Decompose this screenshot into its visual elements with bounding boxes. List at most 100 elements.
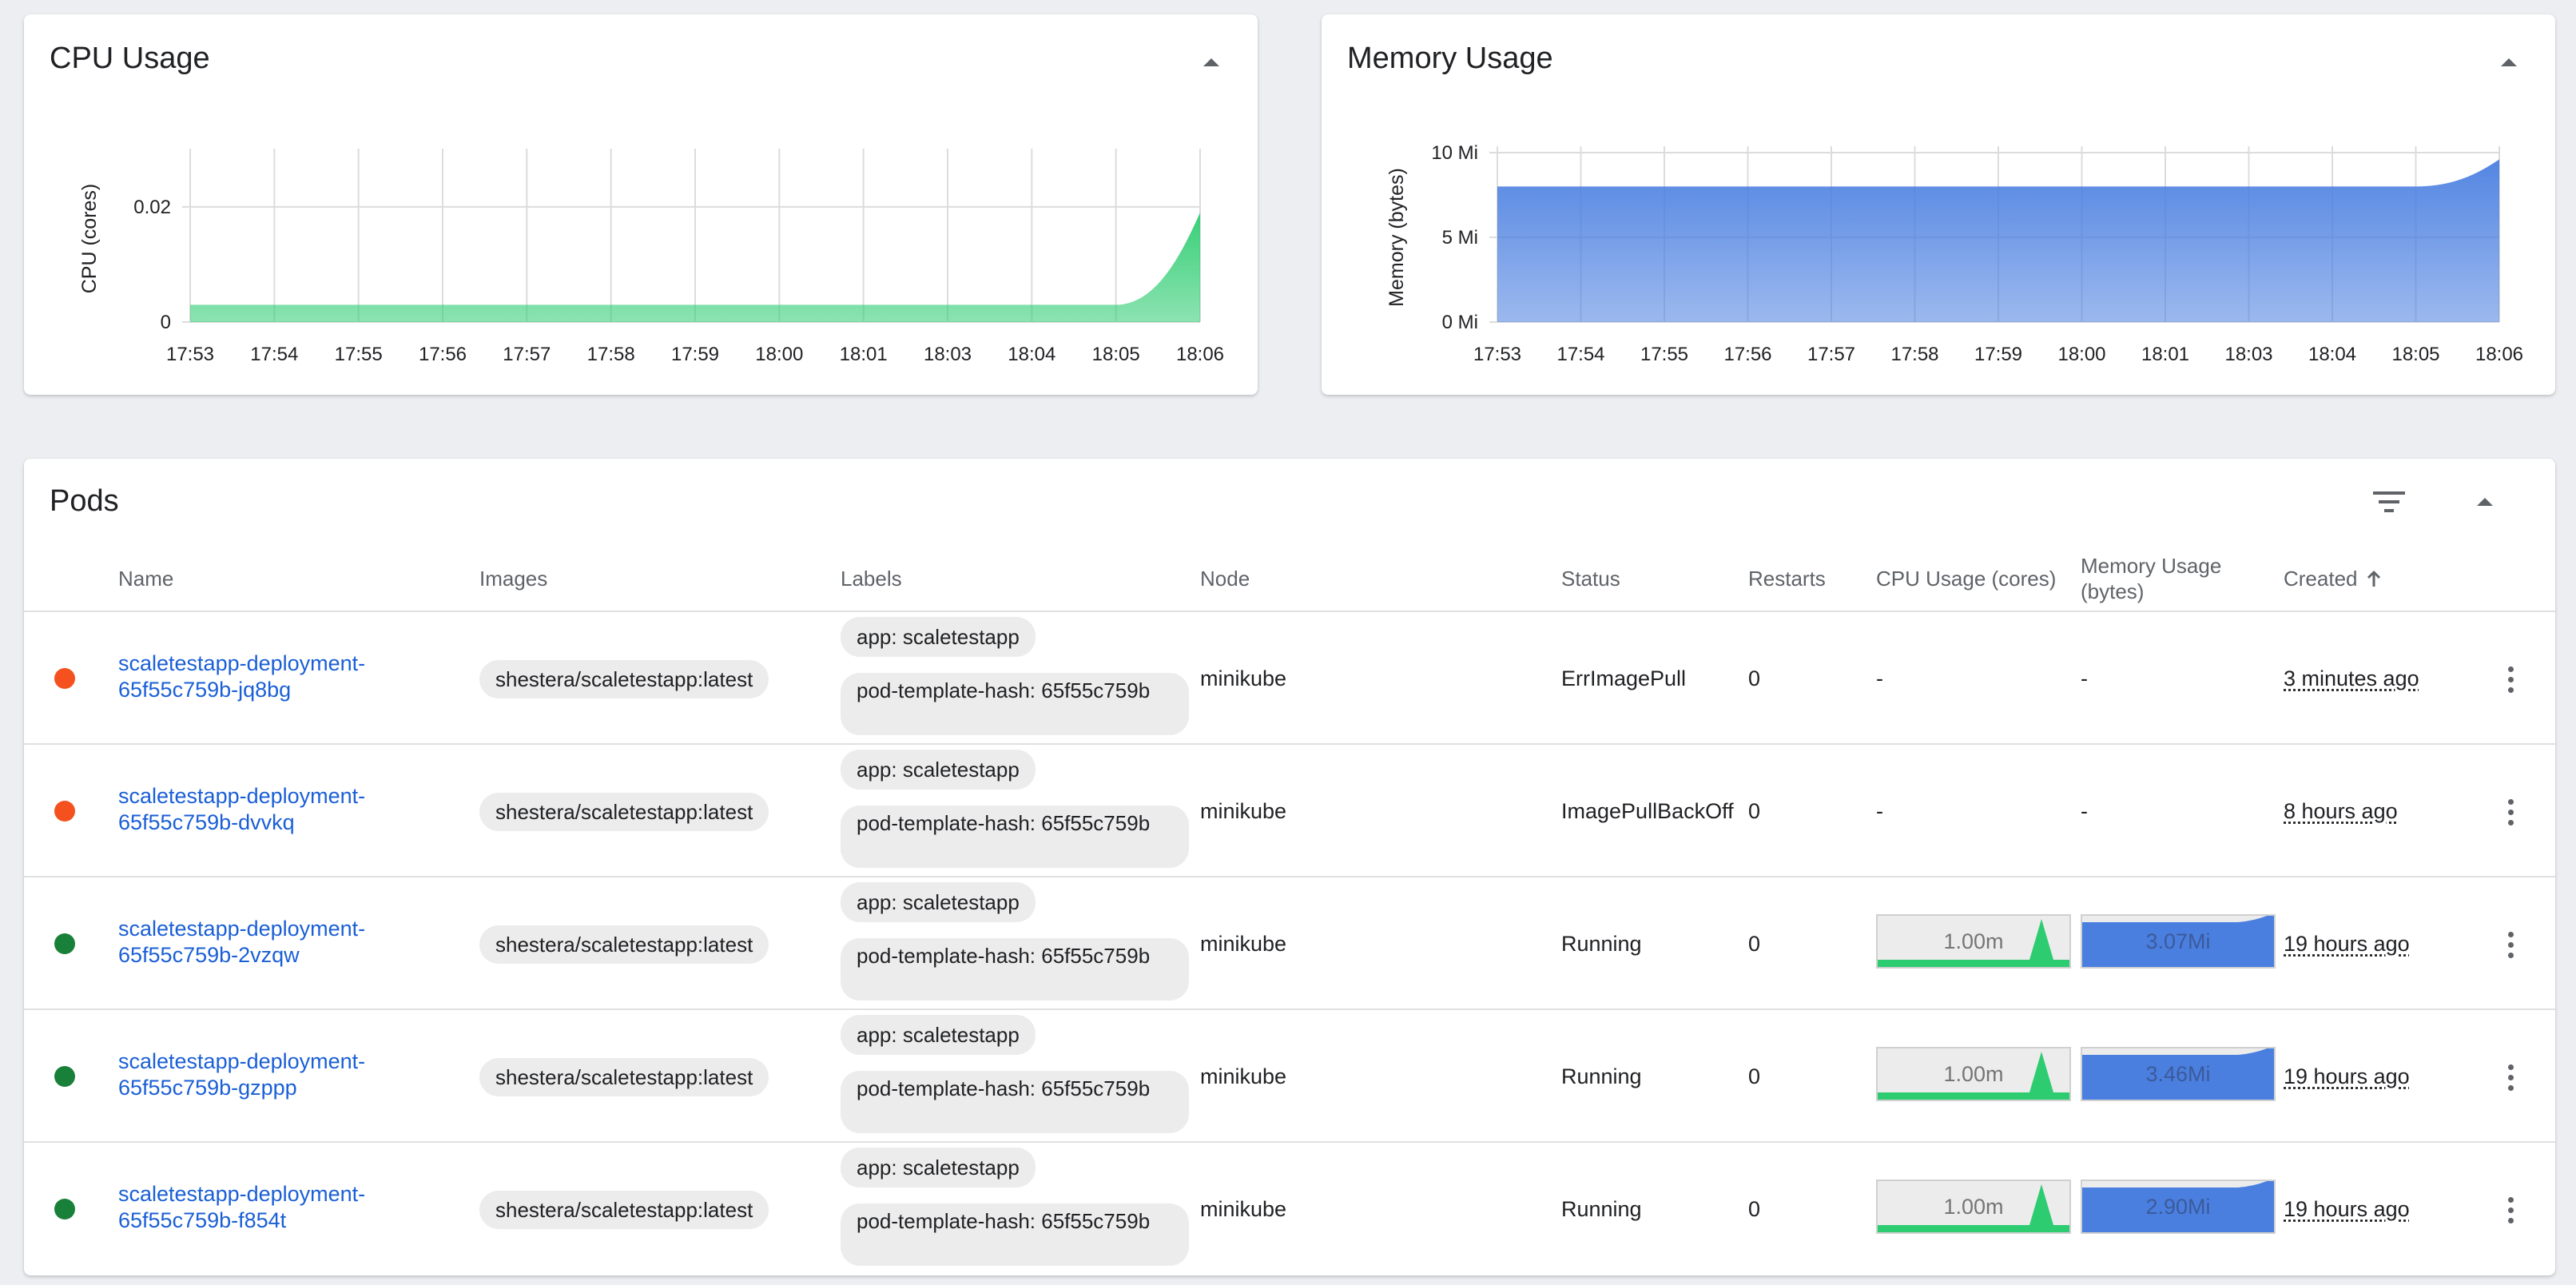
status-ok-icon (54, 933, 75, 954)
restarts-cell: 0 (1748, 799, 1761, 823)
more-vert-icon[interactable] (2491, 790, 2530, 834)
memory-cell: - (2081, 799, 2088, 823)
caret-up-icon (2477, 498, 2493, 506)
pod-name-link[interactable]: scaletestapp-deployment- 65f55c759b-f854… (118, 1181, 454, 1234)
cpu-x-tick-label: 18:04 (1008, 344, 1055, 365)
cpu-x-tick-label: 18:01 (840, 344, 888, 365)
more-vert-icon[interactable] (2491, 1055, 2530, 1100)
cpu-usage-chart: 17:53 17:54 17:55 17:56 17:57 17:58 17:59 18:00… (78, 149, 1224, 365)
label-chip-app: app: scaletestapp (841, 882, 1036, 922)
column-header-restarts[interactable]: Restarts (1748, 566, 1826, 591)
more-vert-icon[interactable] (2491, 1188, 2530, 1232)
image-chip: shestera/scaletestapp:latest (479, 925, 769, 964)
cpu-x-tick-label: 17:54 (250, 344, 298, 365)
table-row[interactable]: scaletestapp-deployment- 65f55c759b-2vzq… (24, 876, 2555, 1009)
table-row[interactable]: scaletestapp-deployment- 65f55c759b-gzpp… (24, 1009, 2555, 1141)
cpu-cell: - (1876, 666, 1883, 690)
status-cell: Running (1561, 932, 1642, 956)
column-header-labels: Labels (841, 567, 902, 591)
column-header-status[interactable]: Status (1561, 566, 1620, 591)
table-row[interactable]: scaletestapp-deployment- 65f55c759b-dvvk… (24, 743, 2555, 876)
table-row[interactable]: scaletestapp-deployment- 65f55c759b-f854… (24, 1141, 2555, 1274)
cpu-x-tick-label: 17:58 (587, 344, 635, 365)
restarts-cell: 0 (1748, 666, 1761, 690)
cpu-x-tick-label: 17:59 (671, 344, 719, 365)
label-chip-hash: pod-template-hash: 65f55c759b (841, 1071, 1189, 1133)
created-cell[interactable]: 19 hours ago (2284, 932, 2410, 957)
cpu-x-tick-label: 17:53 (166, 344, 214, 365)
status-cell: ErrImagePull (1561, 666, 1687, 690)
status-cell: Running (1561, 1064, 1642, 1088)
column-header-memory-line2: (bytes) (2081, 579, 2145, 603)
cpu-y-axis-label: CPU (cores) (78, 184, 101, 294)
column-header-created[interactable]: Created (2284, 566, 2382, 591)
cpu-x-tick-label: 17:56 (419, 344, 467, 365)
label-chip-hash: pod-template-hash: 65f55c759b (841, 938, 1189, 1001)
label-chip-hash: pod-template-hash: 65f55c759b (841, 673, 1189, 735)
image-chip: shestera/scaletestapp:latest (479, 660, 769, 698)
image-chip: shestera/scaletestapp:latest (479, 793, 769, 831)
pods-filter-button[interactable] (2370, 483, 2408, 521)
status-ok-icon (54, 1066, 75, 1087)
memory-y-tick-label: 0 Mi (1442, 312, 1478, 333)
more-vert-icon[interactable] (2491, 922, 2530, 967)
pods-card: Pods Name Images Labels Node Status Rest… (24, 459, 2555, 1275)
cpu-sparkline: 1.00m (1876, 1180, 2071, 1234)
memory-x-tick-label: 18:05 (2391, 344, 2439, 365)
pod-name-line2: 65f55c759b-jq8bg (118, 678, 292, 702)
label-chip-hash: pod-template-hash: 65f55c759b (841, 806, 1189, 868)
cpu-sparkline: 1.00m (1876, 1047, 2071, 1101)
cpu-sparkline: 1.00m (1876, 914, 2071, 969)
cpu-sparkline-value: 1.00m (1943, 929, 2004, 953)
image-chip: shestera/scaletestapp:latest (479, 1058, 769, 1096)
restarts-cell: 0 (1748, 1064, 1761, 1088)
status-cell: ImagePullBackOff (1561, 799, 1734, 823)
filter-icon (2373, 491, 2405, 512)
created-cell[interactable]: 19 hours ago (2284, 1064, 2410, 1089)
memory-sparkline-value: 2.90Mi (2145, 1194, 2211, 1219)
memory-x-tick-label: 17:57 (1807, 344, 1855, 365)
column-header-name[interactable]: Name (118, 566, 173, 591)
memory-usage-card: Memory Usage 17:53 17:54 17:55 17:56 17:57 17… (1322, 14, 2555, 395)
arrow-up-icon (2367, 571, 2380, 587)
label-chip-app: app: scaletestapp (841, 750, 1036, 790)
created-cell[interactable]: 19 hours ago (2284, 1197, 2410, 1222)
pod-name-line1: scaletestapp-deployment- (118, 1182, 366, 1206)
column-header-cpu: CPU Usage (cores) (1876, 567, 2057, 591)
memory-x-tick-label: 17:54 (1556, 344, 1604, 365)
column-header-memory: Memory Usage (bytes) (2081, 553, 2221, 604)
pods-collapse-button[interactable] (2466, 483, 2504, 521)
memory-x-tick-label: 17:59 (1974, 344, 2022, 365)
pod-name-line2: 65f55c759b-gzppp (118, 1076, 297, 1100)
cpu-y-tick-label: 0 (161, 312, 171, 333)
cpu-x-tick-label: 18:05 (1092, 344, 1140, 365)
created-cell[interactable]: 8 hours ago (2284, 799, 2398, 824)
column-header-node[interactable]: Node (1200, 566, 1250, 591)
pod-name-line2: 65f55c759b-2vzqw (118, 943, 300, 967)
memory-x-tick-label: 17:56 (1723, 344, 1771, 365)
label-chip-app: app: scaletestapp (841, 1148, 1036, 1188)
status-cell: Running (1561, 1197, 1642, 1221)
more-vert-icon[interactable] (2491, 657, 2530, 702)
memory-x-tick-label: 18:01 (2141, 344, 2189, 365)
pod-name-link[interactable]: scaletestapp-deployment- 65f55c759b-gzpp… (118, 1048, 454, 1101)
memory-cell: - (2081, 666, 2088, 690)
pod-name-link[interactable]: scaletestapp-deployment- 65f55c759b-2vzq… (118, 916, 454, 969)
label-chip-hash: pod-template-hash: 65f55c759b (841, 1203, 1189, 1266)
memory-sparkline: 3.07Mi (2081, 914, 2276, 969)
memory-y-tick-label: 10 Mi (1431, 142, 1478, 164)
pod-name-link[interactable]: scaletestapp-deployment- 65f55c759b-dvvk… (118, 783, 454, 836)
memory-sparkline-value: 3.46Mi (2145, 1061, 2211, 1086)
cpu-x-tick-label: 17:55 (335, 344, 383, 365)
column-header-created-label: Created (2284, 567, 2358, 591)
pods-card-title: Pods (50, 484, 119, 518)
cpu-sparkline-value: 1.00m (1943, 1061, 2004, 1086)
pod-name-link[interactable]: scaletestapp-deployment- 65f55c759b-jq8b… (118, 650, 454, 703)
cpu-x-tick-label: 18:03 (924, 344, 972, 365)
created-cell[interactable]: 3 minutes ago (2284, 666, 2419, 691)
table-row[interactable]: scaletestapp-deployment- 65f55c759b-jq8b… (24, 611, 2555, 743)
memory-x-tick-label: 17:58 (1890, 344, 1938, 365)
pod-name-line2: 65f55c759b-dvvkq (118, 810, 295, 834)
memory-y-axis-label: Memory (bytes) (1385, 168, 1408, 307)
cpu-x-tick-label: 18:06 (1176, 344, 1224, 365)
